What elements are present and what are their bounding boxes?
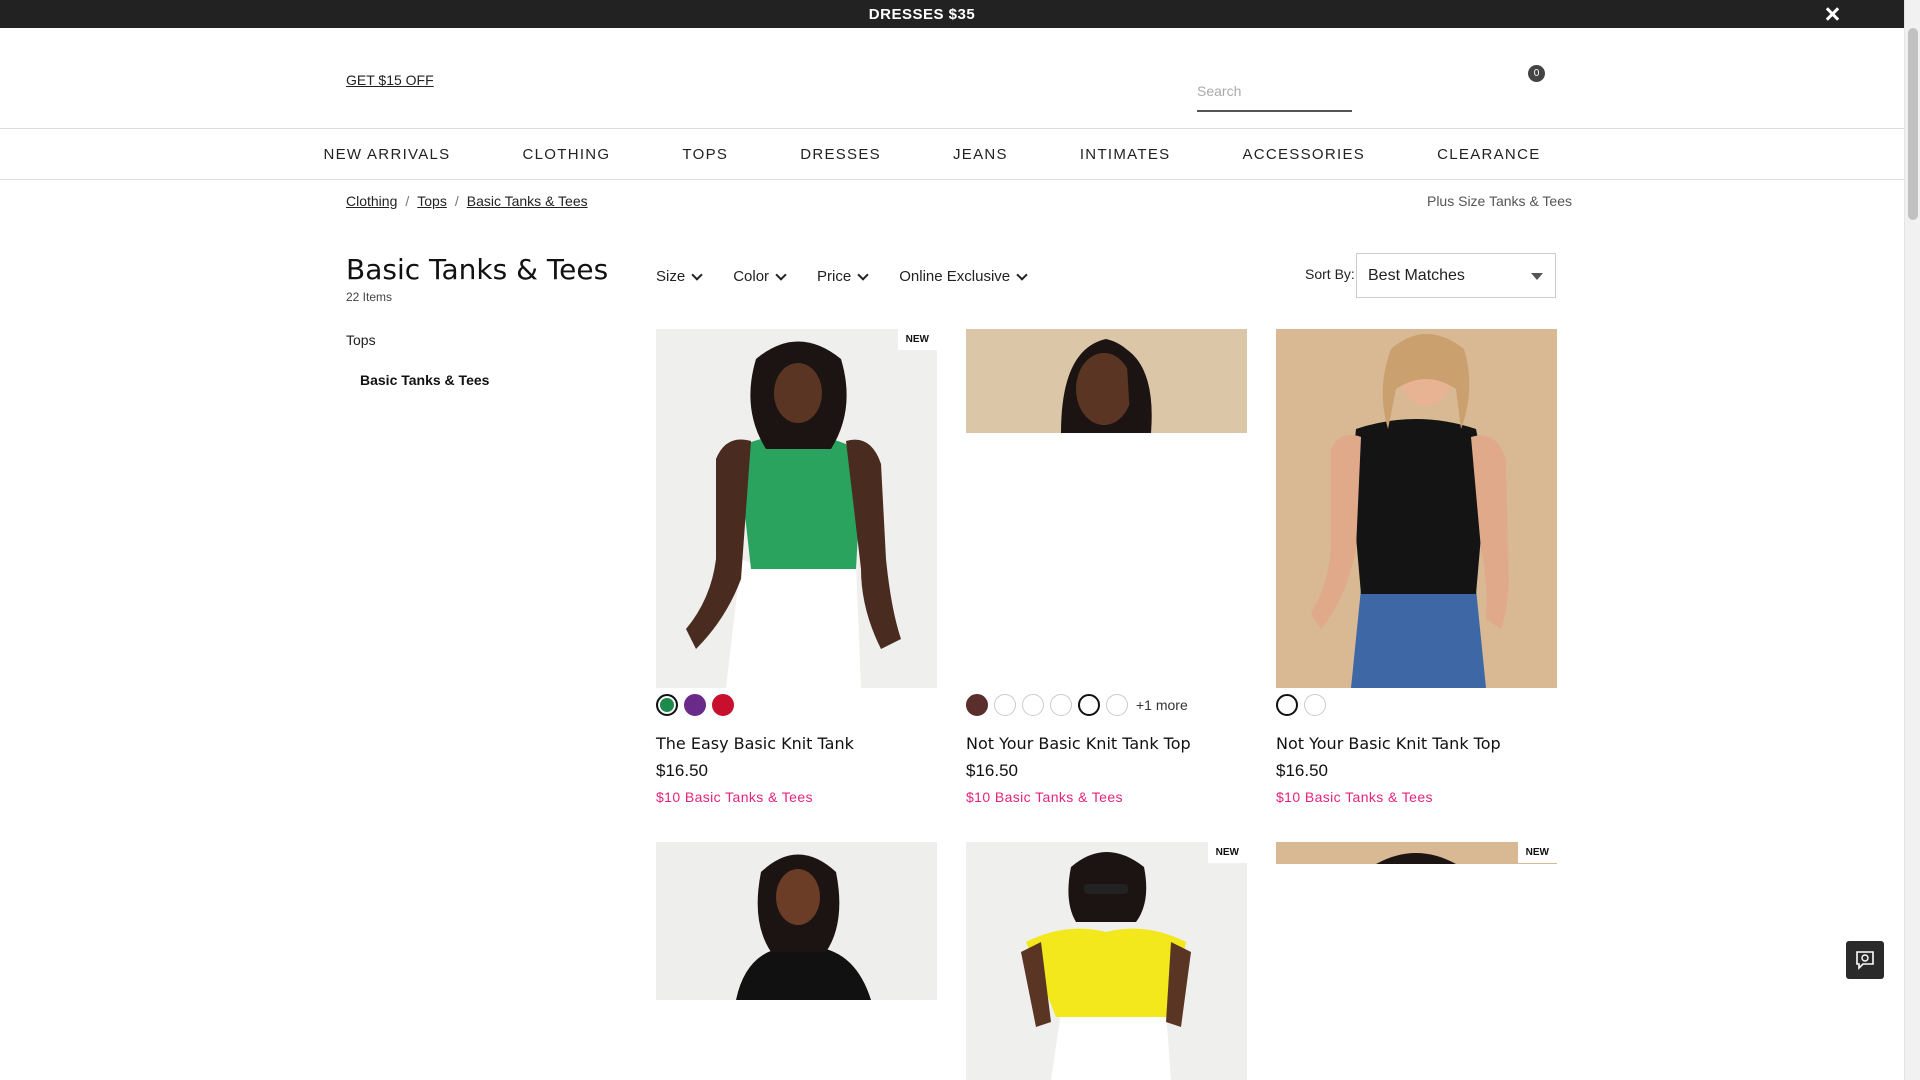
model-illustration (966, 329, 1247, 433)
chevron-down-icon (857, 268, 869, 281)
caret-down-icon (1531, 273, 1543, 280)
product-name[interactable]: Not Your Basic Knit Tank Top (1276, 734, 1501, 753)
main-nav: NEW ARRIVALS CLOTHING TOPS DRESSES JEANS… (0, 130, 1904, 180)
filter-size[interactable]: Size (656, 268, 703, 285)
filter-label: Online Exclusive (899, 268, 1011, 285)
product-name[interactable]: The Easy Basic Knit Tank (656, 734, 854, 753)
promo-text[interactable]: DRESSES $35 (869, 6, 975, 23)
model-illustration (1276, 329, 1557, 688)
product-price: $16.50 (1276, 761, 1328, 780)
filter-label: Color (733, 268, 770, 285)
nav-dresses[interactable]: DRESSES (764, 146, 917, 163)
category-parent-link[interactable]: Tops (346, 332, 376, 348)
nav-tops[interactable]: TOPS (646, 146, 764, 163)
product-promo: $10 Basic Tanks & Tees (966, 789, 1123, 805)
filter-color[interactable]: Color (733, 268, 787, 285)
product-image[interactable] (656, 842, 937, 1000)
filter-label: Price (817, 268, 852, 285)
search-box (1197, 76, 1352, 112)
filter-label: Size (656, 268, 686, 285)
color-swatches (1276, 694, 1326, 716)
nav-clearance[interactable]: CLEARANCE (1401, 146, 1576, 163)
color-swatches: +1 more (966, 694, 1188, 716)
breadcrumb-tops[interactable]: Tops (417, 193, 447, 209)
swatch-red[interactable] (712, 694, 734, 716)
product-image[interactable] (1276, 329, 1557, 688)
product-price: $16.50 (966, 761, 1018, 780)
breadcrumb-separator: / (454, 193, 459, 209)
swatch-white[interactable] (1304, 694, 1326, 716)
help-button[interactable] (1846, 941, 1884, 979)
sort-label: Sort By: (1305, 266, 1355, 282)
color-swatches (656, 694, 734, 716)
model-illustration (966, 842, 1247, 1080)
cart-button[interactable]: 0 (1518, 64, 1554, 100)
product-promo: $10 Basic Tanks & Tees (1276, 789, 1433, 805)
breadcrumb-separator: / (405, 193, 410, 209)
help-icon (1856, 951, 1874, 970)
swatch-white[interactable] (1050, 694, 1072, 716)
product-promo: $10 Basic Tanks & Tees (656, 789, 813, 805)
page-scrollbar[interactable] (1904, 0, 1920, 1080)
cart-count-badge: 0 (1528, 65, 1545, 82)
new-badge: NEW (1207, 842, 1247, 863)
product-image[interactable]: NEW (656, 329, 937, 688)
nav-accessories[interactable]: ACCESSORIES (1206, 146, 1401, 163)
model-illustration (656, 842, 937, 1000)
new-badge: NEW (897, 329, 937, 350)
swatch-black-selected[interactable] (1276, 694, 1298, 716)
swatch-green[interactable] (656, 694, 678, 716)
breadcrumb-basic-tanks[interactable]: Basic Tanks & Tees (467, 193, 588, 209)
sort-select[interactable]: Best Matches (1356, 253, 1556, 298)
product-image[interactable] (966, 329, 1247, 433)
nav-clothing[interactable]: CLOTHING (487, 146, 647, 163)
swatch-brown[interactable] (966, 694, 988, 716)
site-header: GET $15 OFF 0 (0, 28, 1904, 129)
swatch-white[interactable] (1106, 694, 1128, 716)
page-context-label: Plus Size Tanks & Tees (1426, 193, 1572, 209)
swatch-white-selected[interactable] (1078, 694, 1100, 716)
swatch-purple[interactable] (684, 694, 706, 716)
nav-new-arrivals[interactable]: NEW ARRIVALS (287, 146, 486, 163)
sort-value: Best Matches (1368, 266, 1465, 284)
promo-bar: DRESSES $35 (0, 0, 1904, 28)
chevron-down-icon (691, 268, 703, 281)
swatch-white[interactable] (1022, 694, 1044, 716)
chevron-down-icon (1016, 268, 1028, 281)
page-title: Basic Tanks & Tees (346, 253, 609, 286)
filter-bar: Size Color Price Online Exclusive (656, 268, 1028, 285)
model-illustration (1276, 842, 1557, 864)
get-discount-link[interactable]: GET $15 OFF (346, 72, 434, 88)
product-price: $16.50 (656, 761, 708, 780)
nav-jeans[interactable]: JEANS (917, 146, 1044, 163)
close-icon[interactable] (1822, 4, 1842, 24)
breadcrumb-clothing[interactable]: Clothing (346, 193, 397, 209)
filter-online-exclusive[interactable]: Online Exclusive (899, 268, 1028, 285)
product-image[interactable]: NEW (1276, 842, 1557, 864)
model-illustration (656, 329, 937, 688)
chevron-down-icon (775, 268, 787, 281)
more-colors-link[interactable]: +1 more (1136, 697, 1188, 713)
filter-price[interactable]: Price (817, 268, 869, 285)
scrollbar-thumb[interactable] (1908, 28, 1918, 220)
new-badge: NEW (1517, 842, 1557, 863)
nav-intimates[interactable]: INTIMATES (1044, 146, 1207, 163)
breadcrumb: Clothing / Tops / Basic Tanks & Tees (346, 193, 588, 209)
product-image[interactable]: NEW (966, 842, 1247, 1080)
item-count: 22 Items (346, 290, 393, 304)
category-child-link[interactable]: Basic Tanks & Tees (360, 372, 489, 388)
search-input[interactable] (1197, 76, 1352, 106)
product-name[interactable]: Not Your Basic Knit Tank Top (966, 734, 1191, 753)
swatch-white[interactable] (994, 694, 1016, 716)
